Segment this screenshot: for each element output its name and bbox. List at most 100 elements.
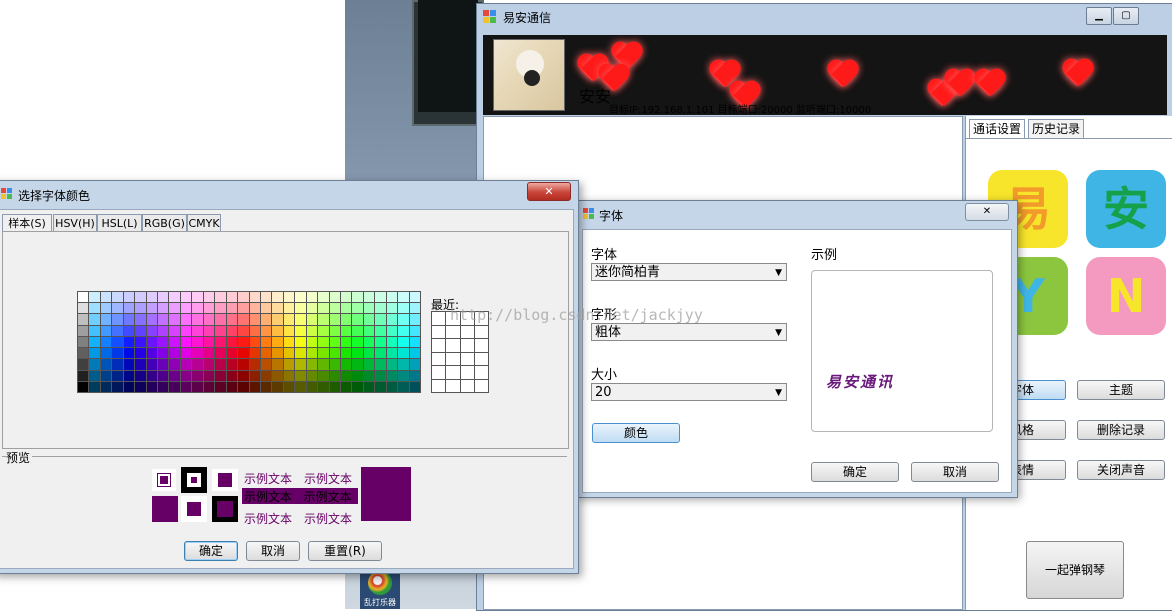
color-swatch[interactable] [238,359,249,370]
color-swatch[interactable] [352,292,363,303]
color-swatch[interactable] [363,381,375,392]
color-swatch[interactable] [249,336,260,348]
color-swatch[interactable] [89,325,100,336]
color-swatch[interactable] [386,381,398,392]
color-swatch[interactable] [340,348,352,359]
color-swatch[interactable] [260,336,272,348]
color-swatch[interactable] [158,381,169,392]
color-swatch[interactable] [363,359,375,370]
recent-color-swatch[interactable] [460,352,474,365]
recent-color-swatch[interactable] [460,379,474,392]
color-swatch[interactable] [306,314,318,325]
color-swatch[interactable] [192,303,203,314]
recent-color-swatch[interactable] [446,379,460,392]
recent-color-swatch[interactable] [432,339,446,352]
color-swatch[interactable] [260,292,272,303]
color-swatch[interactable] [226,336,238,348]
color-swatch[interactable] [226,348,238,359]
color-swatch[interactable] [123,348,135,359]
color-swatch[interactable] [329,348,340,359]
color-swatch[interactable] [78,292,89,303]
color-swatch[interactable] [112,359,123,370]
color-swatch[interactable] [260,314,272,325]
recent-color-swatch[interactable] [432,379,446,392]
color-swatch[interactable] [123,359,135,370]
color-swatch[interactable] [398,370,409,381]
size-select[interactable]: 20 ▼ [591,383,787,401]
color-swatch[interactable] [135,292,146,303]
color-swatch[interactable] [409,336,420,348]
color-swatch[interactable] [260,325,272,336]
recent-color-swatch[interactable] [474,339,488,352]
color-swatch[interactable] [112,325,123,336]
color-swatch[interactable] [340,359,352,370]
font-ok-button[interactable]: 确定 [811,462,899,482]
color-swatch[interactable] [112,303,123,314]
color-swatch[interactable] [180,348,192,359]
tab-rgb[interactable]: RGB(G) [142,214,187,232]
color-swatch[interactable] [238,370,249,381]
color-swatch[interactable] [135,348,146,359]
color-swatch[interactable] [169,325,180,336]
avatar[interactable] [493,39,565,111]
color-swatch[interactable] [375,359,386,370]
color-swatch[interactable] [329,336,340,348]
color-swatch[interactable] [78,325,89,336]
color-swatch[interactable] [112,292,123,303]
maximize-button[interactable]: ▢ [1113,7,1139,25]
color-swatch[interactable] [180,292,192,303]
color-swatch[interactable] [180,359,192,370]
color-swatch[interactable] [340,292,352,303]
recent-color-swatch[interactable] [474,379,488,392]
recent-color-swatch[interactable] [432,312,446,325]
color-swatch[interactable] [318,381,329,392]
color-swatch[interactable] [363,314,375,325]
color-swatch[interactable] [226,359,238,370]
color-swatch[interactable] [78,314,89,325]
color-swatch[interactable] [329,292,340,303]
color-swatch[interactable] [295,370,306,381]
color-swatch[interactable] [135,303,146,314]
color-palette[interactable] [77,291,421,393]
color-swatch[interactable] [203,348,215,359]
color-swatch[interactable] [78,348,89,359]
color-swatch[interactable] [272,348,283,359]
color-swatch[interactable] [386,348,398,359]
color-swatch[interactable] [123,336,135,348]
color-swatch[interactable] [192,292,203,303]
color-swatch[interactable] [123,325,135,336]
color-swatch[interactable] [158,303,169,314]
color-swatch[interactable] [249,303,260,314]
color-swatch[interactable] [352,348,363,359]
color-swatch[interactable] [238,325,249,336]
color-swatch[interactable] [203,325,215,336]
color-swatch[interactable] [226,381,238,392]
color-swatch[interactable] [272,314,283,325]
color-swatch[interactable] [409,314,420,325]
color-swatch[interactable] [306,336,318,348]
color-swatch[interactable] [329,359,340,370]
color-swatch[interactable] [89,303,100,314]
color-swatch[interactable] [249,370,260,381]
color-swatch[interactable] [318,348,329,359]
color-swatch[interactable] [169,359,180,370]
color-swatch[interactable] [249,292,260,303]
color-swatch[interactable] [203,314,215,325]
color-swatch[interactable] [180,381,192,392]
color-swatch[interactable] [215,381,226,392]
color-swatch[interactable] [283,292,295,303]
color-swatch[interactable] [169,336,180,348]
color-swatch[interactable] [306,381,318,392]
recent-color-swatch[interactable] [446,366,460,379]
close-button[interactable]: ✕ [527,182,571,201]
color-swatch[interactable] [238,303,249,314]
color-swatch[interactable] [318,292,329,303]
color-swatch[interactable] [329,381,340,392]
color-swatch[interactable] [283,359,295,370]
color-swatch[interactable] [158,336,169,348]
tab-call-settings[interactable]: 通话设置 [969,119,1026,138]
color-swatch[interactable] [398,314,409,325]
color-swatch[interactable] [123,370,135,381]
color-swatch[interactable] [272,381,283,392]
color-swatch[interactable] [386,359,398,370]
